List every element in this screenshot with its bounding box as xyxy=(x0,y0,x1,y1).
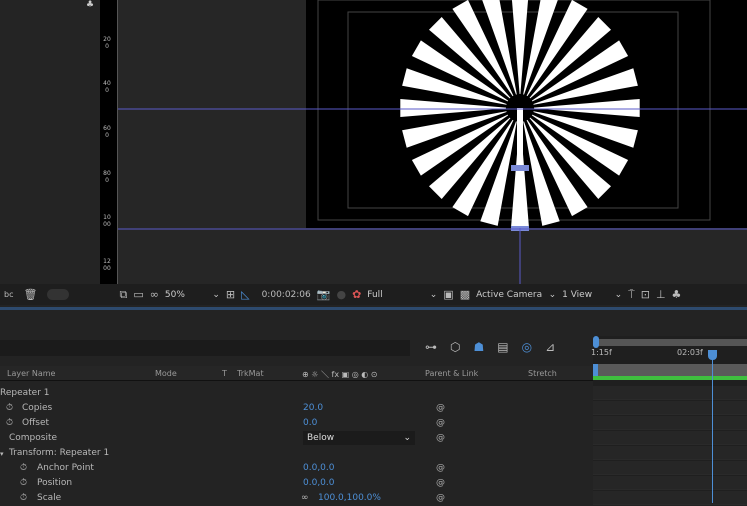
stopwatch-icon[interactable]: ⏱ xyxy=(6,418,13,428)
ruler-tick: 200 xyxy=(103,36,111,50)
flowchart-icon[interactable]: ♣ xyxy=(672,288,682,301)
property-row[interactable]: ⏱ Position 0.0,0.0 @ xyxy=(0,476,593,491)
stopwatch-icon[interactable]: ⏱ xyxy=(20,493,27,503)
layer-bar[interactable] xyxy=(593,364,747,376)
timeline-tracks[interactable]: 1:15f 02:03f xyxy=(591,336,747,505)
view-layout-dropdown[interactable]: 1 View ⌄ xyxy=(562,290,622,300)
time-ruler-label: 1:15f xyxy=(591,348,612,357)
shy-layers-icon[interactable]: ☗ xyxy=(473,340,484,354)
viewer-toolbar: bc 🗑 ⧉ ▭ ∞ 50% ⌄ ⊞ ◺ 0:00:02:06 📷 ● ✿ Ful… xyxy=(0,284,747,305)
project-panel: ♣ xyxy=(0,0,100,284)
playhead-line[interactable] xyxy=(712,356,713,503)
pickwhip-icon[interactable]: @ xyxy=(436,403,445,413)
column-t[interactable]: T xyxy=(222,369,227,378)
property-label: Offset xyxy=(22,418,50,428)
property-row[interactable]: ▾ Transform: Repeater 1 xyxy=(0,446,593,461)
mask-visibility-icon[interactable]: ◺ xyxy=(241,288,249,301)
draft-3d-icon[interactable]: ⬡ xyxy=(450,340,460,354)
always-preview-icon[interactable]: ⧉ xyxy=(119,288,127,302)
property-value[interactable]: 100.0,100.0% xyxy=(318,493,381,503)
camera-snapshot-icon[interactable]: 📷 xyxy=(317,288,331,301)
constrain-proportions-icon[interactable]: ∞ xyxy=(301,493,309,503)
toggle[interactable] xyxy=(47,289,70,300)
work-area-bar[interactable] xyxy=(593,339,747,346)
column-trkmat[interactable]: TrkMat xyxy=(237,369,264,378)
anchor-handle xyxy=(511,165,529,171)
pickwhip-icon[interactable]: @ xyxy=(436,433,445,443)
composition-viewer[interactable] xyxy=(118,0,747,284)
property-row[interactable]: Repeater 1 xyxy=(0,386,593,401)
composition-canvas[interactable] xyxy=(118,0,747,284)
property-value[interactable]: 0.0,0.0 xyxy=(303,463,335,473)
motion-blur-icon[interactable]: ◎ xyxy=(522,340,532,354)
comp-frame xyxy=(306,0,747,228)
stopwatch-icon[interactable]: ⏱ xyxy=(20,463,27,473)
camera-dropdown[interactable]: Active Camera ⌄ xyxy=(476,290,556,300)
timeline-icon[interactable]: ⊥ xyxy=(656,288,666,301)
fast-previews-icon[interactable]: ⊡ xyxy=(641,288,650,301)
property-value[interactable]: 0.0,0.0 xyxy=(303,478,335,488)
resolution-dropdown[interactable]: Full ⌄ xyxy=(367,290,437,300)
column-parent-link[interactable]: Parent & Link xyxy=(425,369,478,378)
ruler-tick: 600 xyxy=(103,125,111,139)
timeline-column-headers: Layer Name Mode T TrkMat ⊕ ☼ ＼ fx ▣ ◎ ◐ … xyxy=(0,366,593,381)
region-of-interest-icon[interactable]: ▣ xyxy=(443,288,453,301)
pickwhip-icon[interactable]: @ xyxy=(436,418,445,428)
transparency-grid-icon[interactable]: ▩ xyxy=(460,288,470,301)
composition-flowchart-icon[interactable]: ⊶ xyxy=(425,340,437,354)
property-label: Repeater 1 xyxy=(0,388,50,398)
toggle-pixel-aspect-icon[interactable]: ⍑ xyxy=(628,288,635,302)
property-label: Scale xyxy=(37,493,62,503)
property-row[interactable]: Composite Below ⌄ @ xyxy=(0,431,593,446)
show-snapshot-icon[interactable]: ● xyxy=(336,288,346,301)
current-time[interactable]: 0:00:02:06 xyxy=(262,290,311,300)
work-area-start-handle[interactable] xyxy=(593,336,599,348)
timeline-switches: ⊶ ⬡ ☗ ▤ ◎ ⊿ xyxy=(425,340,555,354)
ruler-tick: 1000 xyxy=(103,214,111,228)
layer-in-point[interactable] xyxy=(593,364,598,376)
pickwhip-icon[interactable]: @ xyxy=(436,493,445,503)
property-label: Composite xyxy=(9,433,58,443)
graph-editor-icon[interactable]: ⊿ xyxy=(545,340,555,354)
column-layer-name[interactable]: Layer Name xyxy=(7,369,55,378)
column-mode[interactable]: Mode xyxy=(155,369,177,378)
expand-arrow-icon[interactable]: ▾ xyxy=(0,450,4,458)
property-row[interactable]: ⏱ Offset 0.0 @ xyxy=(0,416,593,431)
property-value[interactable]: 20.0 xyxy=(303,403,323,413)
vertical-ruler: 200 400 600 800 1000 1200 xyxy=(100,0,118,284)
property-label: Copies xyxy=(22,403,53,413)
time-ruler-label: 02:03f xyxy=(677,348,703,357)
property-row[interactable]: ⏱ Copies 20.0 @ xyxy=(0,401,593,416)
magnification-dropdown[interactable]: 50% ⌄ xyxy=(165,290,220,300)
property-label: Position xyxy=(37,478,73,488)
vr-goggles-icon[interactable]: ∞ xyxy=(150,288,159,301)
frame-blending-icon[interactable]: ▤ xyxy=(497,340,508,354)
pickwhip-icon[interactable]: @ xyxy=(436,478,445,488)
composite-dropdown[interactable]: Below ⌄ xyxy=(303,431,415,445)
ruler-tick: 800 xyxy=(103,170,111,184)
stopwatch-icon[interactable]: ⏱ xyxy=(20,478,27,488)
ruler-tick: 1200 xyxy=(103,258,111,272)
column-switches[interactable]: ⊕ ☼ ＼ fx ▣ ◎ ◐ ⊙ xyxy=(302,369,377,380)
property-label: Transform: Repeater 1 xyxy=(9,448,110,458)
trash-icon[interactable]: 🗑 xyxy=(23,288,37,301)
flowchart-icon[interactable]: ♣ xyxy=(86,0,94,10)
monitor-icon[interactable]: ▭ xyxy=(133,288,143,301)
grid-icon[interactable]: ⊞ xyxy=(226,288,235,301)
column-stretch[interactable]: Stretch xyxy=(528,369,557,378)
layer-search-input[interactable] xyxy=(0,340,410,356)
property-row[interactable]: ⏱ Anchor Point 0.0,0.0 @ xyxy=(0,461,593,476)
work-area-range xyxy=(593,376,747,380)
pickwhip-icon[interactable]: @ xyxy=(436,463,445,473)
bpc-label: bc xyxy=(4,290,14,299)
ruler-tick: 400 xyxy=(103,80,111,94)
property-row[interactable]: ⏱ Scale ∞ 100.0,100.0% @ xyxy=(0,491,593,506)
property-value[interactable]: 0.0 xyxy=(303,418,317,428)
stopwatch-icon[interactable]: ⏱ xyxy=(6,403,13,413)
channel-icon[interactable]: ✿ xyxy=(352,288,361,301)
property-label: Anchor Point xyxy=(37,463,94,473)
playhead[interactable] xyxy=(708,350,717,360)
